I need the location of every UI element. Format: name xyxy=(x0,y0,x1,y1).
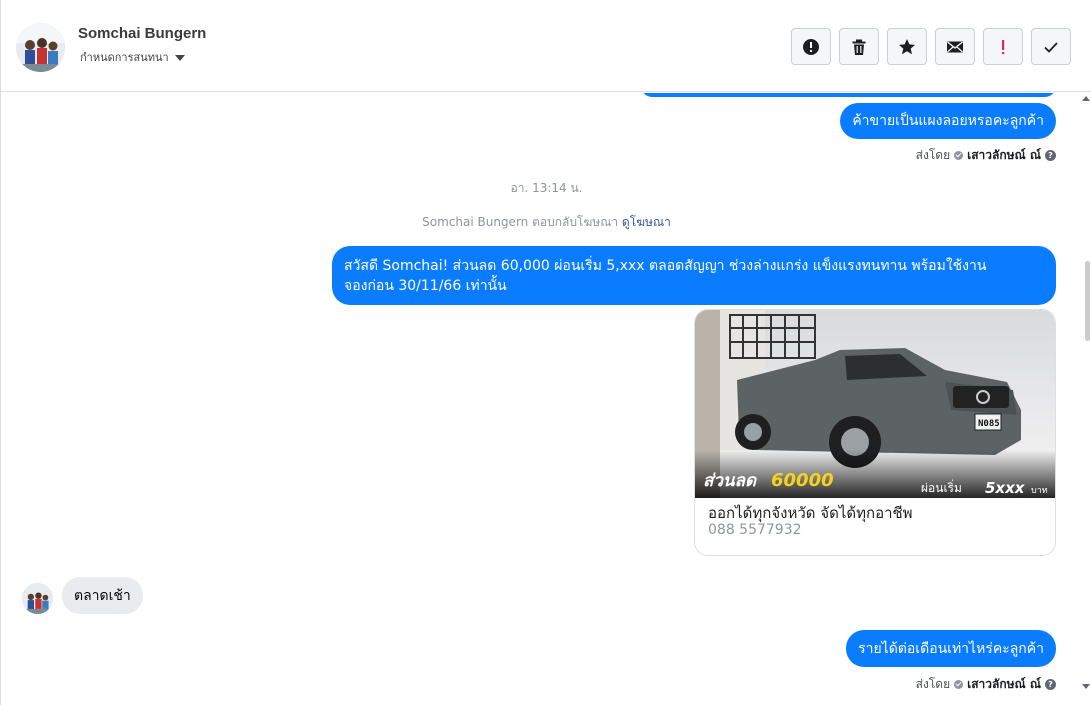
avatar[interactable] xyxy=(16,23,65,72)
sender-name: เสาวลักษณ์ ณ์ xyxy=(967,148,1041,162)
assign-label: กำหนดการสนทนา xyxy=(80,51,169,64)
message-thread[interactable]: ค้าขายเป็นแผงลอยหรอคะลูกค้า ส่งโดย เสาวล… xyxy=(1,93,1091,705)
help-icon[interactable]: ? xyxy=(1045,150,1056,161)
star-icon xyxy=(899,38,915,54)
banner-discount-label: ส่วนลด xyxy=(703,471,757,491)
assign-conversation-dropdown[interactable]: กำหนดการสนทนา xyxy=(80,48,185,66)
vehicle-image[interactable]: ส่วนลด 60000 ผ่อนเริ่ม 5xxx บาท N085 xyxy=(695,310,1055,498)
banner-discount-amount: 60000 xyxy=(771,470,834,491)
alert-circle-icon xyxy=(803,38,819,55)
spam-button[interactable] xyxy=(791,28,831,65)
sent-by-info: ส่งโดย เสาวลักษณ์ ณ์ ? xyxy=(916,146,1056,165)
conversation-toolbar xyxy=(791,28,1071,65)
verified-check-icon xyxy=(954,151,964,160)
sent-by-label: ส่งโดย xyxy=(915,677,951,691)
mark-important-button[interactable] xyxy=(983,28,1023,65)
caret-down-icon xyxy=(174,54,185,61)
inbox-conversation-panel: Somchai Bungern กำหนดการสนทนา ค้าขายเป็น… xyxy=(0,0,1091,705)
message-text-line-1: สวัสดี Somchai! ส่วนลด 60,000 ผ่อนเริ่ม … xyxy=(344,257,987,274)
message-bubble-incoming: ตลาดเช้า xyxy=(62,577,143,614)
conversation-header: Somchai Bungern กำหนดการสนทนา xyxy=(1,0,1091,92)
scrollbar-thumb[interactable] xyxy=(1085,261,1090,341)
message-text: รายได้ต่อเดือนเท่าไหร่คะลูกค้า xyxy=(858,640,1044,657)
mark-done-button[interactable] xyxy=(1031,28,1071,65)
delete-button[interactable] xyxy=(839,28,879,65)
ad-reply-note: Somchai Bungern ตอบกลับโฆษณา ดูโฆษณา xyxy=(1,213,1091,232)
banner-installment-label: ผ่อนเริ่ม xyxy=(921,479,962,495)
message-timestamp: อา. 13:14 น. xyxy=(510,181,583,195)
message-text: ตลาดเช้า xyxy=(74,587,131,604)
banner-unit: บาท xyxy=(1031,486,1048,496)
scroll-up-arrow[interactable] xyxy=(1082,96,1090,101)
banner-installment-price: 5xxx xyxy=(985,479,1026,497)
contact-name[interactable]: Somchai Bungern xyxy=(78,25,206,42)
trash-icon xyxy=(852,39,866,55)
envelope-icon xyxy=(947,40,963,52)
sent-by-info: ส่งโดย เสาวลักษณ์ ณ์ ? xyxy=(916,675,1056,694)
exclamation-icon xyxy=(1002,39,1005,54)
message-bubble-outgoing: สวัสดี Somchai! ส่วนลด 60,000 ผ่อนเริ่ม … xyxy=(332,246,1056,305)
star-button[interactable] xyxy=(887,28,927,65)
verified-check-icon xyxy=(954,680,964,689)
check-icon xyxy=(1044,41,1058,53)
plate-text: N085 xyxy=(978,419,1000,429)
message-bubble-outgoing: ค้าขายเป็นแผงลอยหรอคะลูกค้า xyxy=(840,103,1056,139)
message-text-line-2: จองก่อน 30/11/66 เท่านั้น xyxy=(344,277,507,294)
help-icon[interactable]: ? xyxy=(1045,679,1056,690)
mark-unread-button[interactable] xyxy=(935,28,975,65)
sent-by-label: ส่งโดย xyxy=(915,148,951,162)
ad-card[interactable]: ส่วนลด 60000 ผ่อนเริ่ม 5xxx บาท N085 ออก… xyxy=(694,309,1056,556)
message-bubble-outgoing: รายได้ต่อเดือนเท่าไหร่คะลูกค้า xyxy=(846,630,1056,667)
message-bubble-outgoing xyxy=(641,93,1056,97)
scroll-down-arrow[interactable] xyxy=(1082,684,1090,689)
ad-reply-text: Somchai Bungern ตอบกลับโฆษณา xyxy=(422,215,619,229)
ad-card-phone: 088 5577932 xyxy=(708,522,802,538)
view-ad-link[interactable]: ดูโฆษณา xyxy=(622,215,671,229)
message-text: ค้าขายเป็นแผงลอยหรอคะลูกค้า xyxy=(852,113,1044,129)
avatar[interactable] xyxy=(22,583,53,614)
sender-name: เสาวลักษณ์ ณ์ xyxy=(967,677,1041,691)
